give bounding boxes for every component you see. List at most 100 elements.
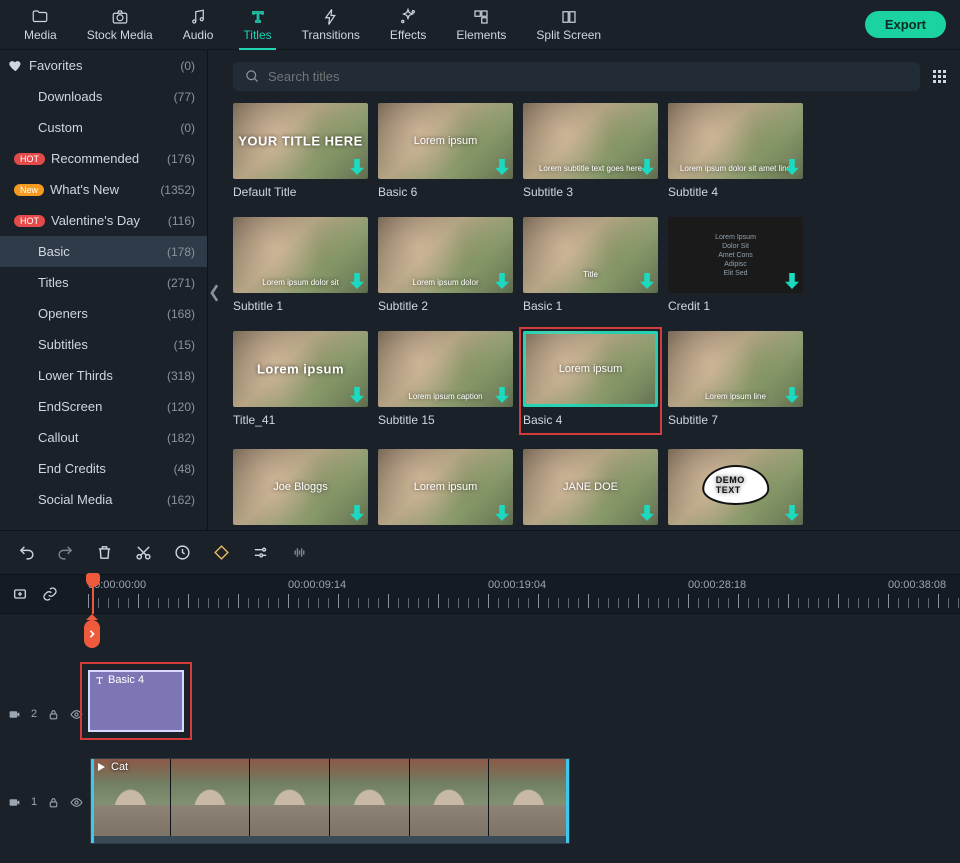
sidebar-item-downloads[interactable]: Downloads(77) <box>0 81 207 112</box>
lock-icon[interactable] <box>47 796 60 809</box>
timeline-ruler[interactable]: 00:00:00:0000:00:09:1400:00:19:0400:00:2… <box>0 574 960 614</box>
sidebar-item-endscreen[interactable]: EndScreen(120) <box>0 391 207 422</box>
download-icon[interactable] <box>495 505 509 521</box>
search-input[interactable] <box>268 69 908 84</box>
tab-label: Split Screen <box>536 28 601 42</box>
title-tile[interactable]: Joe BloggsCredit 3 <box>233 449 368 530</box>
download-icon[interactable] <box>640 273 654 289</box>
tile-thumbnail: Lorem ipsum dolor sit amet line <box>668 103 803 179</box>
adjust-icon[interactable] <box>252 544 269 561</box>
title-tile[interactable]: Lorem ipsumTitle 29 <box>378 449 513 530</box>
title-tile[interactable]: DEMO TEXTThought Bubble <box>668 449 803 530</box>
eye-icon[interactable] <box>70 796 83 809</box>
tile-label: Basic 4 <box>523 413 658 427</box>
titles-content: YOUR TITLE HEREDefault TitleLorem ipsumB… <box>221 50 960 530</box>
audio-wave-icon[interactable] <box>291 544 308 561</box>
title-tile[interactable]: TitleBasic 1 <box>523 217 658 313</box>
sidebar-item-recommended[interactable]: HOTRecommended(176) <box>0 143 207 174</box>
title-tile[interactable]: Lorem ipsum captionSubtitle 15 <box>378 331 513 431</box>
sidebar-item-titles[interactable]: Titles(271) <box>0 267 207 298</box>
download-icon[interactable] <box>640 505 654 521</box>
title-tile[interactable]: JANE DOECredit 2 <box>523 449 658 530</box>
search-box[interactable] <box>233 62 920 91</box>
undo-icon[interactable] <box>18 544 35 561</box>
video-clip[interactable]: Cat <box>90 758 570 844</box>
cut-icon[interactable] <box>135 544 152 561</box>
title-tile[interactable]: Lorem subtitle text goes hereSubtitle 3 <box>523 103 658 199</box>
tab-effects[interactable]: Effects <box>380 4 436 46</box>
tile-overlay-text: YOUR TITLE HERE <box>238 134 363 149</box>
title-tile[interactable]: Lorem ipsum dolor sit amet lineSubtitle … <box>668 103 803 199</box>
title-tile[interactable]: Lorem ipsumBasic 6 <box>378 103 513 199</box>
sidebar-item-callout[interactable]: Callout(182) <box>0 422 207 453</box>
tab-stock-media[interactable]: Stock Media <box>77 4 163 46</box>
tab-audio[interactable]: Audio <box>173 4 224 46</box>
sidebar-item-social-media[interactable]: Social Media(162) <box>0 484 207 515</box>
speed-icon[interactable] <box>174 544 191 561</box>
title-tile[interactable]: Lorem ipsumBasic 4 <box>523 331 658 431</box>
title-tile[interactable]: Lorem ipsumTitle_41 <box>233 331 368 431</box>
add-marker-icon[interactable] <box>12 586 28 602</box>
search-icon <box>245 69 260 84</box>
track-body-2[interactable]: Basic 4 <box>88 670 960 758</box>
download-icon[interactable] <box>785 505 799 521</box>
grid-icon <box>560 8 578 26</box>
tab-label: Effects <box>390 28 426 42</box>
tab-split-screen[interactable]: Split Screen <box>526 4 611 46</box>
download-icon[interactable] <box>640 159 654 175</box>
tab-titles[interactable]: Titles <box>233 4 281 46</box>
track-body-1[interactable]: Cat <box>88 758 960 846</box>
sidebar-item-count: (271) <box>167 276 195 290</box>
download-icon[interactable] <box>350 387 364 403</box>
tile-thumbnail: Lorem ipsum <box>233 331 368 407</box>
tab-label: Audio <box>183 28 214 42</box>
camera-icon <box>111 8 129 26</box>
sidebar-item-favorites[interactable]: Favorites(0) <box>0 50 207 81</box>
crop-icon[interactable] <box>213 544 230 561</box>
sidebar-item-end-credits[interactable]: End Credits(48) <box>0 453 207 484</box>
tab-elements[interactable]: Elements <box>446 4 516 46</box>
sidebar-item-lower-thirds[interactable]: Lower Thirds(318) <box>0 360 207 391</box>
title-tile[interactable]: Lorem ipsum dolor sitSubtitle 1 <box>233 217 368 313</box>
sidebar-item-what-s-new[interactable]: NewWhat's New(1352) <box>0 174 207 205</box>
download-icon[interactable] <box>495 387 509 403</box>
main-area: Favorites(0)Downloads(77)Custom(0)HOTRec… <box>0 50 960 530</box>
sidebar-item-custom[interactable]: Custom(0) <box>0 112 207 143</box>
sidebar-item-valentine-s-day[interactable]: HOTValentine's Day(116) <box>0 205 207 236</box>
title-tile[interactable]: Lorem ipsum dolorSubtitle 2 <box>378 217 513 313</box>
zoom-slider-handle[interactable] <box>84 620 100 648</box>
sidebar-item-openers[interactable]: Openers(168) <box>0 298 207 329</box>
sidebar-item-label: Recommended <box>51 151 139 166</box>
view-grid-icon[interactable] <box>932 69 948 85</box>
link-icon[interactable] <box>42 586 58 602</box>
download-icon[interactable] <box>350 159 364 175</box>
title-tile[interactable]: YOUR TITLE HEREDefault Title <box>233 103 368 199</box>
download-icon[interactable] <box>785 273 799 289</box>
tile-thumbnail: Lorem subtitle text goes here <box>523 103 658 179</box>
sidebar-item-label: Lower Thirds <box>38 368 113 383</box>
playhead-handle[interactable] <box>86 573 100 587</box>
sidebar-item-basic[interactable]: Basic(178) <box>0 236 207 267</box>
download-icon[interactable] <box>350 273 364 289</box>
redo-icon[interactable] <box>57 544 74 561</box>
delete-icon[interactable] <box>96 544 113 561</box>
title-clip[interactable]: Basic 4 <box>88 670 184 732</box>
download-icon[interactable] <box>350 505 364 521</box>
title-tile[interactable]: Lorem IpsumDolor SitAmet ConsAdipiscElit… <box>668 217 803 313</box>
title-tile[interactable]: Lorem ipsum lineSubtitle 7 <box>668 331 803 431</box>
tab-transitions[interactable]: Transitions <box>292 4 370 46</box>
download-icon[interactable] <box>785 387 799 403</box>
tile-overlay-text: Lorem ipsum dolor <box>412 278 478 287</box>
download-icon[interactable] <box>495 159 509 175</box>
tile-overlay-text: Lorem ipsum dolor sit amet line <box>680 164 791 173</box>
ruler-area[interactable]: 00:00:00:0000:00:09:1400:00:19:0400:00:2… <box>88 575 960 613</box>
download-icon[interactable] <box>495 273 509 289</box>
track-index: 1 <box>31 796 37 808</box>
sidebar-item-label: Downloads <box>38 89 102 104</box>
tab-media[interactable]: Media <box>14 4 67 46</box>
export-button[interactable]: Export <box>865 11 946 38</box>
lock-icon[interactable] <box>47 708 60 721</box>
timeline-tools <box>0 530 960 574</box>
sidebar-collapse-handle[interactable] <box>208 50 221 530</box>
sidebar-item-subtitles[interactable]: Subtitles(15) <box>0 329 207 360</box>
